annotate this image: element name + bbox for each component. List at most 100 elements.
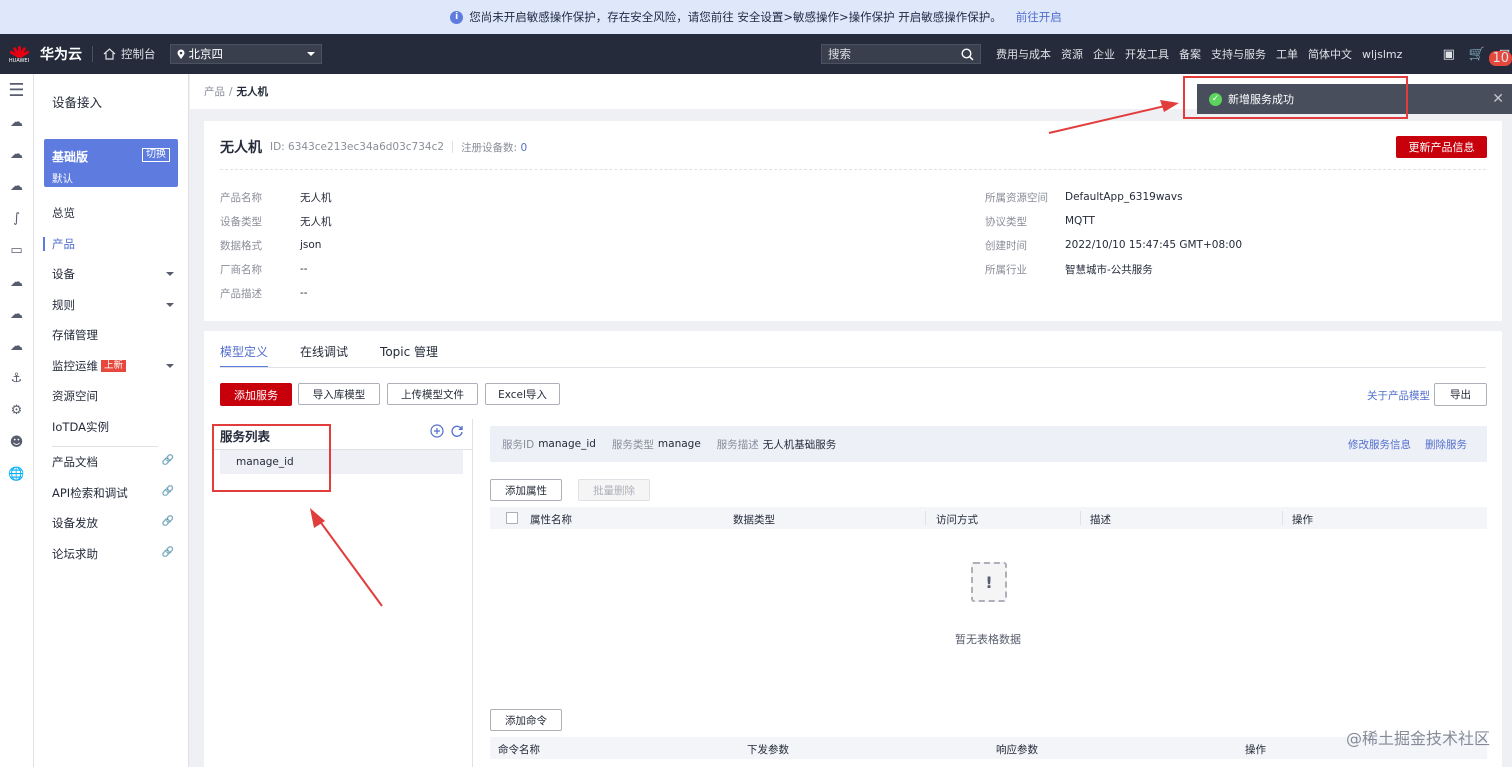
nav-devtools[interactable]: 开发工具 xyxy=(1125,46,1169,62)
edition-card: 基础版 默认 切换 xyxy=(44,139,178,187)
console-link[interactable]: 控制台 xyxy=(103,46,156,62)
brand-name[interactable]: 华为云 xyxy=(40,44,82,64)
tab-online-debug[interactable]: 在线调试 xyxy=(300,343,348,368)
top-nav-menu: 费用与成本 资源 企业 开发工具 备案 支持与服务 工单 简体中文 wljslm… xyxy=(996,34,1402,74)
username[interactable]: wljslmz xyxy=(1362,48,1402,61)
close-icon[interactable]: ✕ xyxy=(1492,91,1504,107)
cloud-upload-icon[interactable]: ☁ xyxy=(0,298,33,330)
sidebar-item-forum[interactable]: 论坛求助 🔗 xyxy=(34,539,188,570)
home-icon xyxy=(103,48,116,60)
globe-icon[interactable]: 🌐 xyxy=(0,458,33,490)
chevron-down-icon xyxy=(166,302,174,311)
delete-service-link[interactable]: 删除服务 xyxy=(1425,437,1467,452)
sidebar-item-iotda-instance[interactable]: IoTDA实例 xyxy=(34,412,188,443)
service-info-bar: 服务ID manage_id 服务类型 manage 服务描述 无人机基础服务 修改服… xyxy=(490,426,1487,462)
topbar-icons: ▣ 🛒 ✉10 xyxy=(1443,34,1512,74)
cart-icon[interactable]: 🛒 xyxy=(1469,47,1485,62)
sidebar-item-provisioning[interactable]: 设备发放 🔗 xyxy=(34,508,188,539)
annotation-box-service xyxy=(212,424,331,492)
refresh-icon[interactable] xyxy=(450,424,464,438)
edit-service-link[interactable]: 修改服务信息 xyxy=(1348,437,1411,452)
tab-model-definition[interactable]: 模型定义 xyxy=(220,343,269,368)
sidebar-item-docs[interactable]: 产品文档 🔗 xyxy=(34,447,188,478)
chevron-down-icon xyxy=(306,52,315,60)
detail-industry: 所属行业 智慧城市-公共服务 xyxy=(985,263,1153,276)
detail-resource-space: 所属资源空间 DefaultApp_6319wavs xyxy=(985,191,1183,204)
cloud-sync-icon[interactable]: ☁ xyxy=(0,330,33,362)
language-switch[interactable]: 简体中文 xyxy=(1308,46,1352,62)
wave-icon[interactable]: ∫ xyxy=(0,202,33,234)
region-select[interactable]: 北京四 xyxy=(169,44,322,64)
cloud-storage-icon[interactable]: ☁ xyxy=(0,170,33,202)
import-library-button[interactable]: 导入库模型 xyxy=(298,383,380,405)
device-count: 注册设备数: 0 xyxy=(461,141,528,154)
add-command-button[interactable]: 添加命令 xyxy=(490,709,562,731)
sidebar-item-products[interactable]: 产品 xyxy=(34,229,188,260)
terminal-icon[interactable]: ▣ xyxy=(1443,47,1455,62)
anchor-icon[interactable]: ⚓ xyxy=(0,362,33,394)
empty-state-icon: ! xyxy=(964,562,1014,602)
nav-enterprise[interactable]: 企业 xyxy=(1093,46,1115,62)
settings-circle-icon[interactable]: ⚙ xyxy=(0,394,33,426)
tab-bar: 模型定义 在线调试 Topic 管理 xyxy=(220,343,438,368)
sidebar-item-storage[interactable]: 存储管理 xyxy=(34,320,188,351)
link-icon: 🔗 xyxy=(161,516,174,527)
chevron-down-icon xyxy=(166,272,174,280)
annotation-box-toast xyxy=(1183,76,1408,119)
search-icon[interactable] xyxy=(961,48,974,61)
sidebar-item-overview[interactable]: 总览 xyxy=(34,198,188,229)
cloud-chat-icon[interactable]: ☁ xyxy=(0,138,33,170)
nav-ticket[interactable]: 工单 xyxy=(1276,46,1298,62)
sidebar-item-rules[interactable]: 规则 xyxy=(34,290,188,321)
people-icon[interactable]: ☻ xyxy=(0,426,33,458)
detail-data-format: 数据格式 json xyxy=(220,239,322,252)
top-navbar: HUAWEI 华为云 控制台 北京四 搜索 费用与成本 资源 企业 开发工具 备… xyxy=(0,34,1512,74)
huawei-logo[interactable]: HUAWEI xyxy=(4,34,34,74)
sidebar-item-devices[interactable]: 设备 xyxy=(34,259,188,290)
update-product-button[interactable]: 更新产品信息 xyxy=(1396,136,1487,158)
service-description: 无人机基础服务 xyxy=(762,438,837,451)
switch-edition-button[interactable]: 切换 xyxy=(142,148,170,162)
about-model-link[interactable]: 关于产品模型 xyxy=(1367,388,1430,403)
sidenav-title: 设备接入 xyxy=(52,95,103,110)
tab-topic[interactable]: Topic 管理 xyxy=(380,343,438,368)
product-info-card: 无人机 ID: 6343ce213ec34a6d03c734c2 注册设备数: … xyxy=(204,121,1502,321)
detail-vendor: 厂商名称 -- xyxy=(220,263,308,276)
detail-product-name: 产品名称 无人机 xyxy=(220,191,332,204)
service-type: manage xyxy=(657,438,701,450)
mail-icon[interactable]: ✉10 xyxy=(1489,47,1512,66)
detail-protocol: 协议类型 MQTT xyxy=(985,215,1095,228)
link-icon: 🔗 xyxy=(161,455,174,466)
nav-cost[interactable]: 费用与成本 xyxy=(996,46,1051,62)
detail-device-type: 设备类型 无人机 xyxy=(220,215,332,228)
add-circle-icon[interactable] xyxy=(430,424,444,438)
excel-import-button[interactable]: Excel导入 xyxy=(485,383,560,405)
link-icon: 🔗 xyxy=(161,546,174,558)
sidebar-item-resource-space[interactable]: 资源空间 xyxy=(34,381,188,412)
info-icon: i xyxy=(450,10,464,24)
breadcrumb-current: 无人机 xyxy=(236,86,269,98)
add-property-button[interactable]: 添加属性 xyxy=(490,479,562,501)
select-all-checkbox[interactable] xyxy=(506,512,518,524)
product-name: 无人机 xyxy=(220,140,262,156)
nav-resources[interactable]: 资源 xyxy=(1061,46,1083,62)
cloud-outline-icon[interactable]: ☁ xyxy=(0,266,33,298)
export-button[interactable]: 导出 xyxy=(1434,383,1487,406)
service-rail: ☰ ☁ ☁ ☁ ∫ ▭ ☁ ☁ ☁ ⚓ ⚙ ☻ 🌐 xyxy=(0,74,34,767)
menu-icon[interactable]: ☰ xyxy=(0,74,33,106)
new-badge: 上新 xyxy=(101,359,127,372)
nav-filing[interactable]: 备案 xyxy=(1179,46,1201,62)
cloud-icon[interactable]: ☁ xyxy=(0,106,33,138)
sidebar-item-api[interactable]: API检索和调试 🔗 xyxy=(34,478,188,509)
link-icon: 🔗 xyxy=(161,485,174,497)
database-icon[interactable]: ▭ xyxy=(0,234,33,266)
nav-support[interactable]: 支持与服务 xyxy=(1211,46,1266,62)
upload-model-button[interactable]: 上传模型文件 xyxy=(387,383,478,405)
sidebar-item-monitoring[interactable]: 监控运维 上新 xyxy=(34,351,188,382)
banner-link[interactable]: 前往开启 xyxy=(1016,9,1062,25)
search-input[interactable]: 搜索 xyxy=(821,44,981,64)
add-service-button[interactable]: 添加服务 xyxy=(220,383,292,406)
message-badge: 10 xyxy=(1489,50,1512,66)
breadcrumb-products[interactable]: 产品 xyxy=(204,84,225,99)
banner-text: 您尚未开启敏感操作保护，存在安全风险，请您前往 安全设置>敏感操作>操作保护 开… xyxy=(469,10,1002,24)
